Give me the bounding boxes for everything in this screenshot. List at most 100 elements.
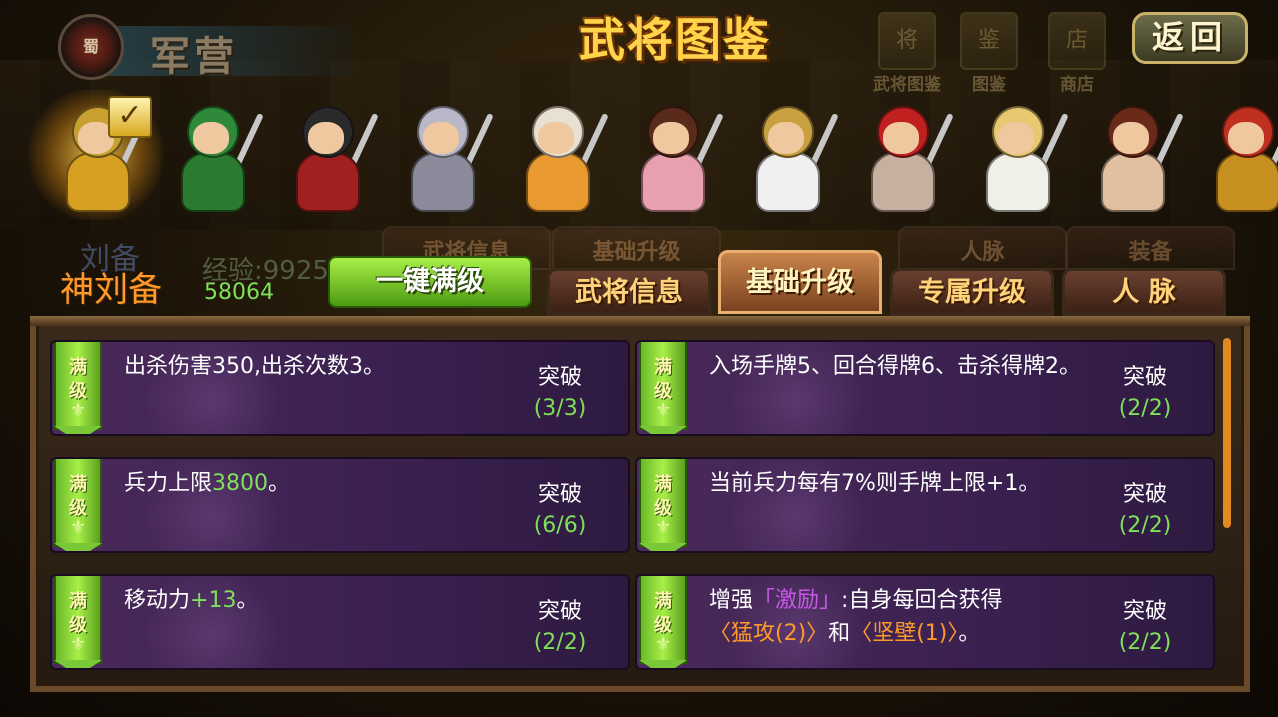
breakthrough-status: 突破 (6/6) (520, 479, 600, 541)
upgrade-card: 满级 ⚜ 移动力+13。 突破 (2/2) (50, 574, 630, 670)
ribbon-tip (639, 660, 687, 668)
tab-basic-upgrade[interactable]: 基础升级 (718, 250, 882, 314)
hero-face (538, 122, 574, 154)
upgrade-description: 兵力上限3800。 (124, 467, 534, 500)
max-all-button[interactable]: 一键满级 (328, 256, 532, 308)
max-level-ribbon: 满级 ⚜ (52, 576, 108, 668)
fleur-icon: ⚜ (655, 517, 672, 538)
upgrade-description: 增强「激励」:自身每回合获得〈猛攻(2)〉和〈坚壁(1)〉。 (709, 584, 1119, 650)
max-level-ribbon: 满级 ⚜ (52, 459, 108, 551)
upgrade-card: 满级 ⚜ 增强「激励」:自身每回合获得〈猛攻(2)〉和〈坚壁(1)〉。 突破 (2/2) (635, 574, 1215, 670)
hero-portrait[interactable] (851, 100, 954, 220)
hero-face (423, 122, 459, 154)
general-codex-button[interactable]: 将 武将图鉴 (872, 12, 942, 95)
breakthrough-status: 突破 (3/3) (520, 362, 600, 424)
ribbon-tip (54, 543, 102, 551)
breakthrough-count: (2/2) (1118, 630, 1172, 655)
ribbon-label: 满级 (654, 591, 672, 636)
description-segment: 兵力上限 (124, 471, 213, 496)
fleur-icon: ⚜ (655, 400, 672, 421)
camp-header: 蜀 军营 (58, 14, 358, 80)
general-codex-label: 武将图鉴 (873, 75, 941, 95)
ribbon-label: 满级 (69, 474, 87, 519)
codex-icon: 鉴 (960, 12, 1018, 70)
upgrade-card: 满级 ⚜ 入场手牌5、回合得牌6、击杀得牌2。 突破 (2/2) (635, 340, 1215, 436)
breakthrough-count: (3/3) (533, 396, 587, 421)
hero-face (1113, 122, 1149, 154)
upgrade-description: 移动力+13。 (124, 584, 534, 617)
upgrade-card: 满级 ⚜ 兵力上限3800。 突破 (6/6) (50, 457, 630, 553)
description-segment: 。 (236, 588, 259, 613)
shop-button[interactable]: 店 商店 (1042, 12, 1112, 95)
hero-armor (1216, 152, 1278, 212)
hero-portrait[interactable] (161, 100, 264, 220)
hero-armor (526, 152, 590, 212)
max-level-ribbon: 满级 ⚜ (52, 342, 108, 434)
max-level-ribbon: 满级 ⚜ (637, 576, 693, 668)
tab-exclusive-upgrade[interactable]: 专属升级 (890, 268, 1054, 316)
back-button[interactable]: 返回 (1132, 12, 1248, 64)
codex-button[interactable]: 鉴 图鉴 (954, 12, 1024, 95)
scrollbar[interactable] (1223, 338, 1231, 528)
shu-emblem-icon: 蜀 (58, 14, 124, 80)
breakthrough-label: 突破 (1122, 482, 1167, 507)
ghost-tab-3: 人脉 (898, 226, 1067, 270)
selected-check-icon: ✓ (108, 96, 152, 138)
hero-face (193, 122, 229, 154)
general-name: 神刘备 (60, 270, 162, 310)
description-segment: 。 (268, 471, 291, 496)
description-segment: :自身每回合获得 (841, 588, 1003, 613)
hero-portrait[interactable] (276, 100, 379, 220)
exp-value: 58064 (204, 280, 274, 305)
description-segment: 增强 (709, 588, 754, 613)
breakthrough-count: (2/2) (1118, 396, 1172, 421)
fleur-icon: ⚜ (655, 634, 672, 655)
general-codex-icon: 将 (878, 12, 936, 70)
hero-armor (756, 152, 820, 212)
hero-armor (181, 152, 245, 212)
hero-armor (871, 152, 935, 212)
hero-portrait[interactable] (1196, 100, 1278, 220)
tab-relations[interactable]: 人 脉 (1062, 268, 1226, 316)
hero-armor (641, 152, 705, 212)
shop-icon: 店 (1048, 12, 1106, 70)
description-segment: +13 (190, 588, 237, 613)
hero-portrait[interactable] (736, 100, 839, 220)
hero-armor (986, 152, 1050, 212)
fleur-icon: ⚜ (70, 400, 87, 421)
description-segment: 和 (828, 621, 851, 646)
hero-face (768, 122, 804, 154)
hero-face (998, 122, 1034, 154)
hero-face (883, 122, 919, 154)
hero-portrait[interactable] (966, 100, 1069, 220)
tab-general-info[interactable]: 武将信息 (547, 268, 711, 316)
shop-label: 商店 (1060, 75, 1094, 95)
page-title: 武将图鉴 (579, 13, 771, 67)
hero-face (308, 122, 344, 154)
ribbon-label: 满级 (69, 357, 87, 402)
ribbon-label: 满级 (69, 591, 87, 636)
breakthrough-label: 突破 (537, 365, 582, 390)
upgrade-description: 出杀伤害350,出杀次数3。 (124, 350, 534, 383)
hero-portrait[interactable] (1081, 100, 1184, 220)
description-segment: 移动力 (124, 588, 191, 613)
description-segment: 3800 (212, 471, 269, 496)
hero-face (653, 122, 689, 154)
upgrade-description: 当前兵力每有7%则手牌上限+1。 (709, 467, 1119, 500)
hero-portrait[interactable] (391, 100, 494, 220)
hero-portrait[interactable] (621, 100, 724, 220)
ribbon-tip (639, 426, 687, 434)
upgrade-description: 入场手牌5、回合得牌6、击杀得牌2。 (709, 350, 1119, 383)
breakthrough-label: 突破 (1122, 599, 1167, 624)
fleur-icon: ⚜ (70, 634, 87, 655)
breakthrough-count: (2/2) (533, 630, 587, 655)
max-level-ribbon: 满级 ⚜ (637, 342, 693, 434)
hero-portrait[interactable] (506, 100, 609, 220)
description-segment: 「激励」 (753, 588, 842, 613)
description-segment: 入场手牌5、回合得牌6、击杀得牌2。 (709, 354, 1081, 379)
ghost-tab-2: 基础升级 (552, 226, 721, 270)
breakthrough-label: 突破 (1122, 365, 1167, 390)
ghost-tab-4: 装备 (1066, 226, 1235, 270)
codex-label: 图鉴 (972, 75, 1006, 95)
breakthrough-count: (2/2) (1118, 513, 1172, 538)
